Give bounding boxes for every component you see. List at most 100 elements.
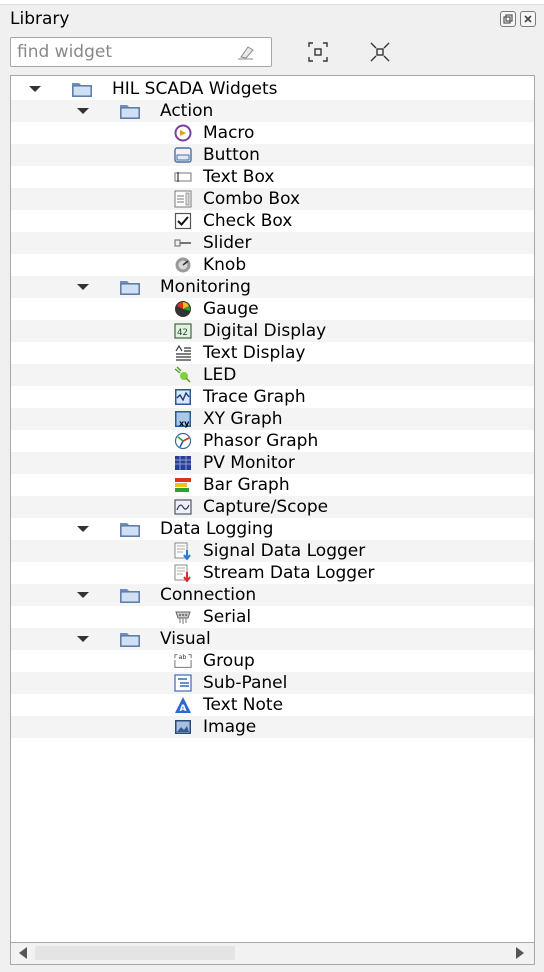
tree-item-label: Stream Data Logger [203,563,375,583]
tree-item-label: Check Box [203,211,293,231]
expand-arrow-icon[interactable] [77,284,89,290]
tree-item-label: Knob [203,255,247,275]
tree-item-row[interactable]: Capture/Scope [11,496,534,518]
tree-folder-row[interactable]: HIL SCADA Widgets [11,78,534,100]
led-icon [174,366,192,384]
tree-item-label: Slider [203,233,252,253]
text-display-icon [174,344,192,362]
svg-text:42: 42 [177,328,188,338]
tree-folder-label: Connection [160,585,257,605]
tree-item-label: Image [203,717,257,737]
search-box [10,37,272,67]
tree-item-row[interactable]: Knob [11,254,534,276]
scroll-left-icon[interactable] [19,947,27,959]
expand-arrow-icon[interactable] [77,526,89,532]
collapse-all-icon[interactable] [368,40,392,64]
tree-item-row[interactable]: Check Box [11,210,534,232]
clear-icon[interactable] [237,44,255,65]
trace-graph-icon [174,388,192,406]
tree-item-label: PV Monitor [203,453,295,473]
signal-data-logger-icon [174,542,192,560]
tree-item-row[interactable]: Button [11,144,534,166]
expand-arrow-icon[interactable] [77,108,89,114]
tree-item-row[interactable]: Phasor Graph [11,430,534,452]
tree-item-row[interactable]: PV Monitor [11,452,534,474]
folder-icon [119,278,141,296]
tree-item-label: Sub-Panel [203,673,288,693]
tree-item-label: Macro [203,123,255,143]
folder-icon [119,630,141,648]
panel-title: Library [10,9,70,29]
tree-item-label: Phasor Graph [203,431,319,451]
tree-item-label: Text Box [203,167,275,187]
tree-item-row[interactable]: Combo Box [11,188,534,210]
combo-box-icon [174,190,192,208]
dock-buttons [500,11,536,27]
tree-item-row[interactable]: 42 Digital Display [11,320,534,342]
group-icon: ab [174,652,192,670]
tree-item-label: Group [203,651,255,671]
image-icon [174,718,192,736]
tree-item-label: Text Note [203,695,284,715]
tree-folder-row[interactable]: Action [11,100,534,122]
tree-item-row[interactable]: Stream Data Logger [11,562,534,584]
digital-display-icon: 42 [174,322,192,340]
tree-folder-row[interactable]: Visual [11,628,534,650]
tree-item-label: Combo Box [203,189,301,209]
folder-icon [119,102,141,120]
tree-item-label: Gauge [203,299,259,319]
tree-item-row[interactable]: Sub-Panel [11,672,534,694]
tree-item-row[interactable]: Text Box [11,166,534,188]
check-box-icon [174,212,192,230]
scroll-thumb[interactable] [35,946,235,960]
svg-text:ab: ab [179,654,187,661]
tree-item-label: Digital Display [203,321,327,341]
tree-item-row[interactable]: Gauge [11,298,534,320]
tree-item-row[interactable]: Trace Graph [11,386,534,408]
tree-folder-label: Data Logging [160,519,274,539]
close-icon[interactable] [520,11,536,27]
tree-folder-row[interactable]: Connection [11,584,534,606]
scroll-right-icon[interactable] [516,947,524,959]
tree-item-row[interactable]: Signal Data Logger [11,540,534,562]
tree-folder-label: Monitoring [160,277,251,297]
gauge-icon [174,300,192,318]
slider-icon [174,234,192,252]
tree-item-label: Trace Graph [203,387,306,407]
tree-item-row[interactable]: xy XY Graph [11,408,534,430]
tree-item-label: LED [203,365,237,385]
svg-text:A: A [180,704,187,714]
tree-item-row[interactable]: Image [11,716,534,738]
horizontal-scrollbar[interactable] [10,943,535,965]
tree-item-row[interactable]: Text Display [11,342,534,364]
tree-item-label: Serial [203,607,252,627]
expand-arrow-icon[interactable] [29,86,41,92]
tree-item-row[interactable]: Bar Graph [11,474,534,496]
expand-all-icon[interactable] [306,40,330,64]
tree-item-label: Text Display [203,343,306,363]
tree-folder-row[interactable]: Monitoring [11,276,534,298]
expand-arrow-icon[interactable] [77,592,89,598]
search-input[interactable] [17,42,217,62]
tree-item-row[interactable]: A Text Note [11,694,534,716]
tree-item-row[interactable]: Macro [11,122,534,144]
folder-icon [119,520,141,538]
tree-item-row[interactable]: Serial [11,606,534,628]
float-icon[interactable] [500,11,516,27]
tree-folder-label: Action [160,101,214,121]
svg-text:xy: xy [179,419,190,428]
sub-panel-icon [174,674,192,692]
expand-arrow-icon[interactable] [77,636,89,642]
serial-icon [174,608,192,626]
tree-item-row[interactable]: ab Group [11,650,534,672]
knob-icon [174,256,192,274]
tree-item-label: Bar Graph [203,475,290,495]
tree-item-row[interactable]: LED [11,364,534,386]
tree-folder-row[interactable]: Data Logging [11,518,534,540]
macro-icon [174,124,192,142]
capture-scope-icon [174,498,192,516]
text-note-icon: A [174,696,192,714]
tree-item-row[interactable]: Slider [11,232,534,254]
tree-item-label: XY Graph [203,409,283,429]
folder-icon [119,586,141,604]
